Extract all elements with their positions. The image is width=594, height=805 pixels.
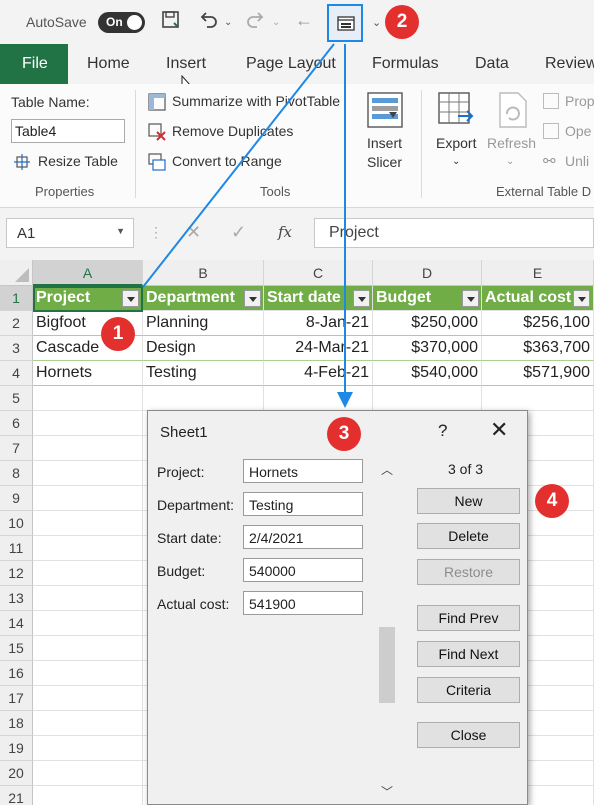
annotation-badge: 3 xyxy=(327,417,361,451)
annotation-arrows xyxy=(142,43,353,408)
annotation-badge: 4 xyxy=(535,484,569,518)
arrow-line xyxy=(142,43,335,288)
annotation-badge: 1 xyxy=(101,317,135,351)
annotation-badge: 2 xyxy=(385,5,419,39)
